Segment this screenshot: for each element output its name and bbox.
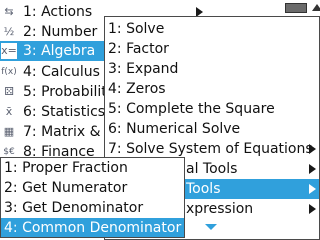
- menu-item-label: 1: Actions: [23, 4, 93, 20]
- probability-icon: ⚄: [4, 85, 14, 98]
- algebra-icon: x=: [1, 43, 17, 59]
- menu-item-algebra[interactable]: x= 3: Algebra: [0, 41, 104, 61]
- menu-item-label: 3: Expand: [108, 61, 179, 77]
- menu-item-expand[interactable]: 3: Expand: [105, 59, 319, 79]
- calculus-icon: f(x): [1, 67, 17, 77]
- menu-item-label: 2: Factor: [108, 41, 169, 57]
- menu-item-label: 4: Calculus: [23, 64, 100, 80]
- actions-icon: ⇆: [4, 5, 14, 18]
- menu-item-solve[interactable]: 1: Solve: [105, 19, 319, 39]
- menu-item-label: Tools: [186, 181, 221, 197]
- submenu-arrow-icon: [309, 184, 316, 194]
- menu-item-common-denominator[interactable]: 4: Common Denominator: [1, 218, 184, 237]
- menu-item-label: 3: Algebra: [23, 43, 96, 59]
- menu-item-label: 5: Complete the Square: [108, 101, 275, 117]
- submenu-arrow-icon: [309, 144, 316, 154]
- menu-item-label: 1: Solve: [108, 21, 165, 37]
- menu-item-label: 7: Solve System of Equations: [108, 141, 313, 157]
- menu-item-factor[interactable]: 2: Factor: [105, 39, 319, 59]
- scroll-down-arrow-icon[interactable]: [205, 224, 217, 230]
- submenu-arrow-icon: [309, 204, 316, 214]
- matrix-icon: ▦: [3, 125, 15, 138]
- menu-item-label: 1: Proper Fraction: [4, 160, 128, 176]
- menu-item-label: 7: Matrix & V: [23, 124, 115, 140]
- menu-item-label: 2: Get Numerator: [4, 180, 128, 196]
- menu-item-numerical-solve[interactable]: 6: Numerical Solve: [105, 119, 319, 139]
- status-bar: [255, 0, 320, 16]
- menu-item-get-denominator[interactable]: 3: Get Denominator: [1, 198, 184, 218]
- fraction-tools-submenu: 1: Proper Fraction 2: Get Numerator 3: G…: [0, 157, 185, 238]
- menu-item-label: 6: Statistics: [23, 104, 106, 120]
- menu-item-label: 4: Common Denominator: [4, 220, 182, 236]
- menu-item-label: al Tools: [186, 161, 238, 177]
- menu-item-label: 5: Probability: [23, 84, 116, 100]
- menu-item-label: 6: Numerical Solve: [108, 121, 241, 137]
- menu-item-label: 3: Get Denominator: [4, 200, 144, 216]
- submenu-arrow-icon: [309, 164, 316, 174]
- menu-item-label: xpression: [186, 201, 254, 217]
- battery-icon: [285, 3, 307, 13]
- number-icon: ½: [3, 25, 15, 38]
- menu-item-complete-the-square[interactable]: 5: Complete the Square: [105, 99, 319, 119]
- statistics-icon: x̄: [5, 105, 13, 118]
- menu-item-solve-system[interactable]: 7: Solve System of Equations: [105, 139, 319, 159]
- menu-item-get-numerator[interactable]: 2: Get Numerator: [1, 178, 184, 198]
- scroll-up-arrow-icon[interactable]: [312, 4, 320, 11]
- menu-item-zeros[interactable]: 4: Zeros: [105, 79, 319, 99]
- menu-item-label: 4: Zeros: [108, 81, 166, 97]
- menu-item-proper-fraction[interactable]: 1: Proper Fraction: [1, 158, 184, 178]
- menu-item-label: 2: Number: [23, 24, 98, 40]
